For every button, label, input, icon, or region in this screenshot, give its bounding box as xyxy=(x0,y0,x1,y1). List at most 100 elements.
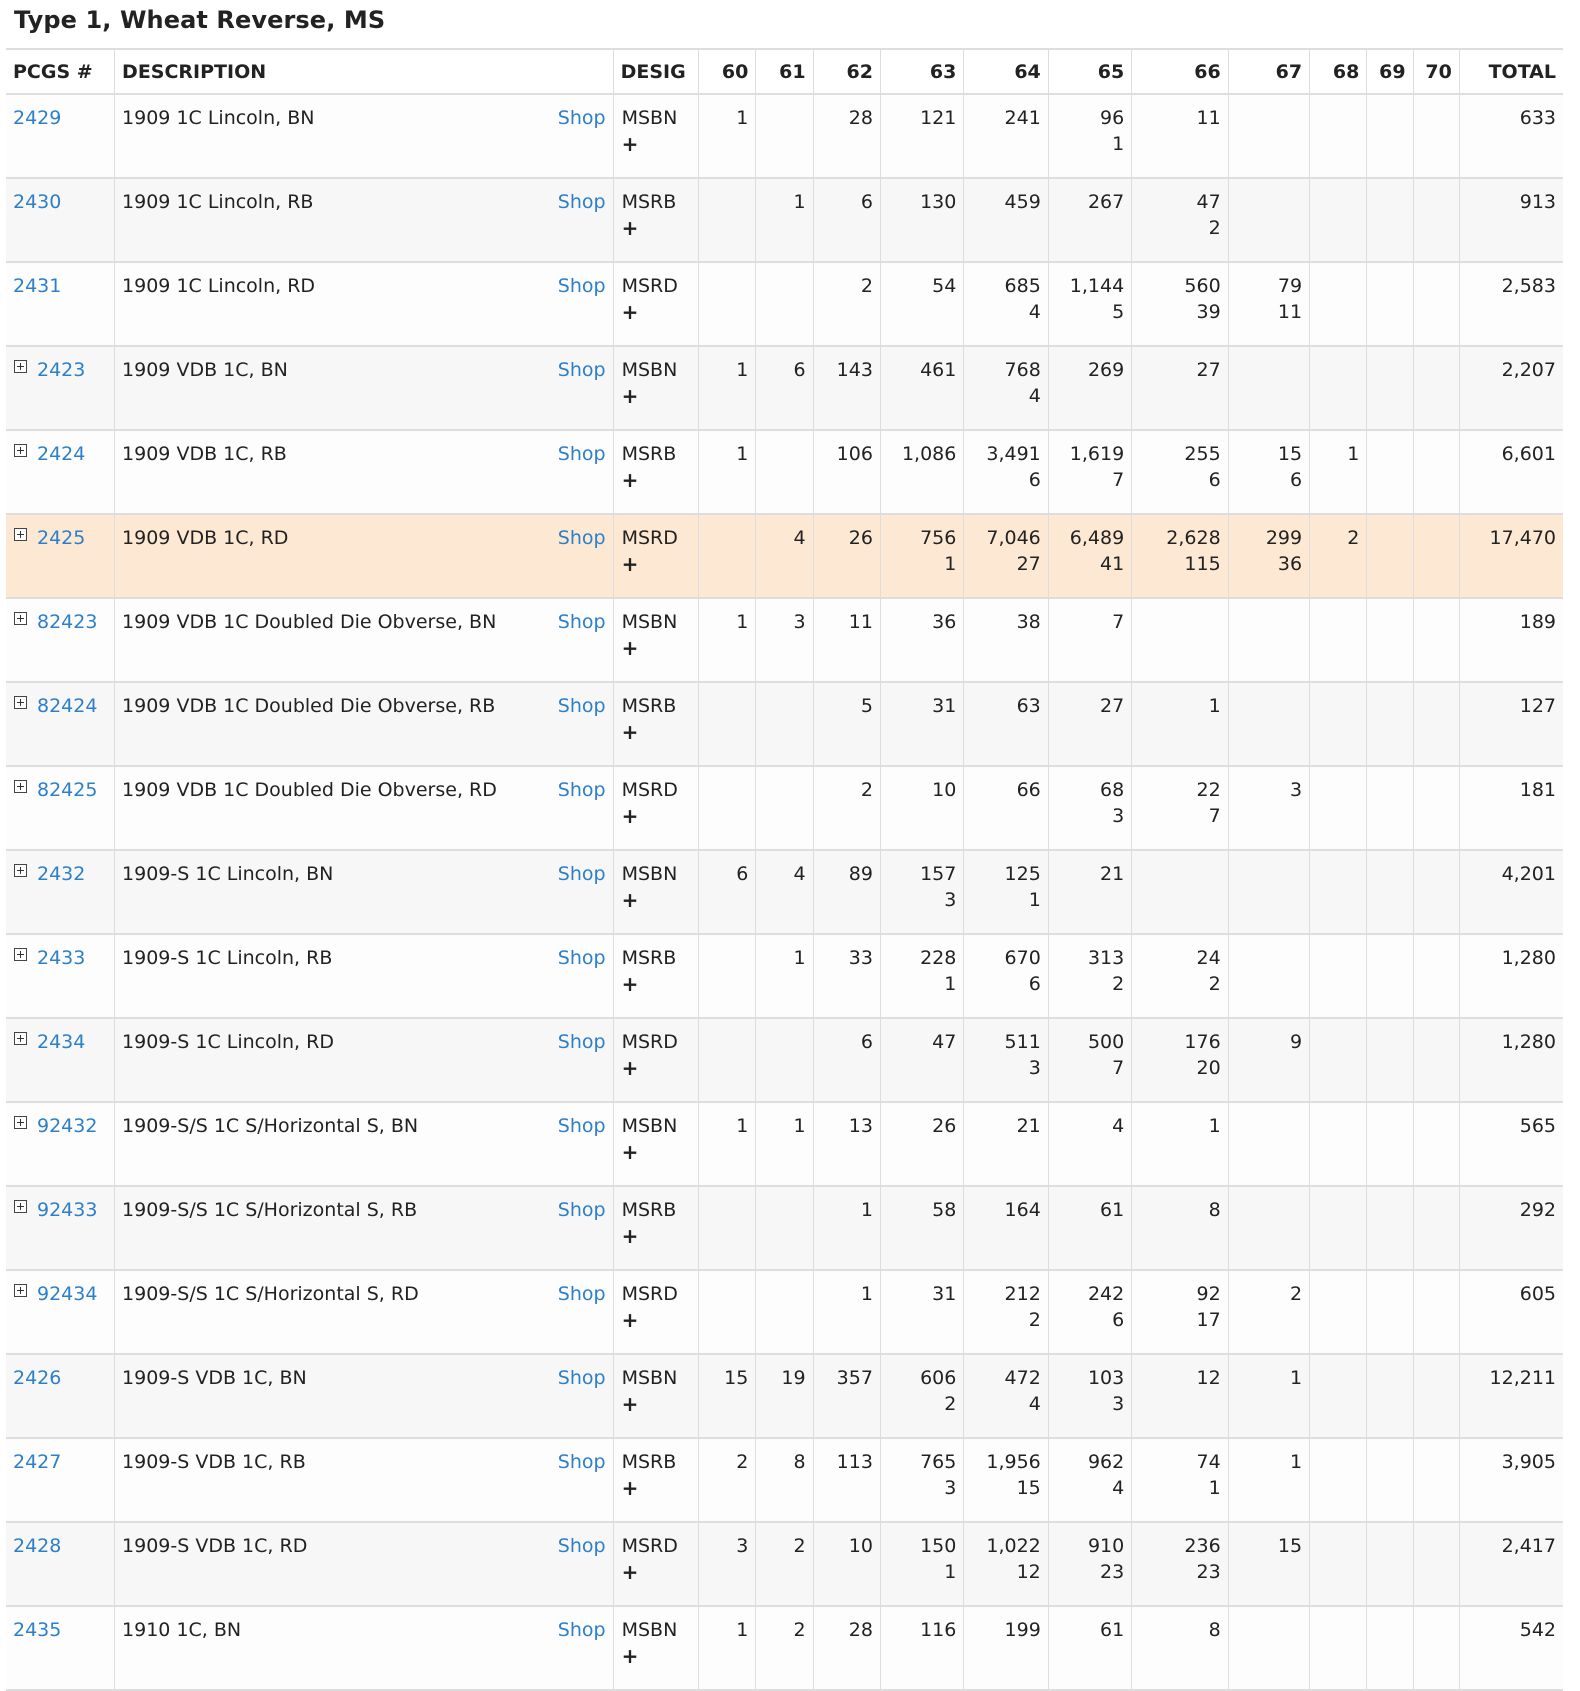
grade-cell-64[interactable]: 241 xyxy=(963,94,1049,179)
grade-cell-63[interactable]: 31 xyxy=(879,1270,964,1355)
pcgs-number-link[interactable]: 92433 xyxy=(37,1199,97,1221)
grade-cell-61[interactable]: 2 xyxy=(755,1606,814,1691)
grade-cell-67[interactable] xyxy=(1227,1102,1310,1187)
grade-cell-69[interactable] xyxy=(1366,430,1414,515)
grade-cell-69[interactable] xyxy=(1366,1018,1414,1103)
plus-grades-toggle[interactable]: + xyxy=(622,635,691,661)
grade-cell-62[interactable]: 1 xyxy=(812,1186,881,1271)
grade-cell-69[interactable] xyxy=(1366,1186,1414,1271)
table-row[interactable]: 82424 1909 VDB 1C Doubled Die Obverse, RB… xyxy=(6,682,1563,767)
grade-cell-60[interactable]: 1 xyxy=(698,430,756,515)
grade-cell-62[interactable]: 1 xyxy=(812,1270,881,1355)
grade-cell-60[interactable] xyxy=(698,262,756,347)
grade-cell-62[interactable]: 28 xyxy=(812,94,881,179)
grade-cell-62[interactable]: 28 xyxy=(812,1606,881,1691)
grade-cell-60[interactable]: 15 xyxy=(698,1354,756,1439)
col-header-total[interactable]: TOTAL xyxy=(1458,48,1563,95)
grade-cell-68[interactable] xyxy=(1309,1186,1367,1271)
grade-cell-66[interactable]: 74 1 xyxy=(1131,1438,1229,1523)
table-row[interactable]: 2427 1909-S VDB 1C, RB Shop MSRB +2 8 113 765 3 1… xyxy=(6,1438,1563,1523)
grade-cell-69[interactable] xyxy=(1366,1102,1414,1187)
grade-cell-70[interactable] xyxy=(1412,430,1460,515)
grade-cell-64[interactable]: 1,956 15 xyxy=(963,1438,1049,1523)
grade-cell-69[interactable] xyxy=(1366,598,1414,683)
col-header-desig[interactable]: DESIG xyxy=(612,48,699,95)
grade-cell-63[interactable]: 47 xyxy=(879,1018,964,1103)
grade-cell-60[interactable] xyxy=(698,1186,756,1271)
grade-cell-69[interactable] xyxy=(1366,178,1414,263)
grade-cell-66[interactable]: 1 xyxy=(1131,1102,1229,1187)
grade-cell-65[interactable]: 269 xyxy=(1047,346,1132,431)
pcgs-number-link[interactable]: 2425 xyxy=(37,527,85,549)
pcgs-number-link[interactable]: 2433 xyxy=(37,947,85,969)
grade-cell-67[interactable]: 15 xyxy=(1227,1522,1310,1607)
grade-cell-70[interactable] xyxy=(1412,1186,1460,1271)
grade-cell-66[interactable]: 236 23 xyxy=(1131,1522,1229,1607)
grade-cell-62[interactable]: 5 xyxy=(812,682,881,767)
col-header-65[interactable]: 65 xyxy=(1047,48,1132,95)
grade-cell-62[interactable]: 2 xyxy=(812,766,881,851)
plus-grades-toggle[interactable]: + xyxy=(622,131,691,157)
grade-cell-65[interactable]: 103 3 xyxy=(1047,1354,1132,1439)
grade-cell-63[interactable]: 10 xyxy=(879,766,964,851)
grade-cell-63[interactable]: 150 1 xyxy=(879,1522,964,1607)
grade-cell-65[interactable]: 500 7 xyxy=(1047,1018,1132,1103)
grade-cell-66[interactable]: 92 17 xyxy=(1131,1270,1229,1355)
pcgs-number-link[interactable]: 82424 xyxy=(37,695,97,717)
grade-cell-66[interactable]: 8 xyxy=(1131,1186,1229,1271)
grade-cell-65[interactable]: 7 xyxy=(1047,598,1132,683)
grade-cell-63[interactable]: 116 xyxy=(879,1606,964,1691)
grade-cell-70[interactable] xyxy=(1412,850,1460,935)
expand-icon[interactable] xyxy=(14,780,27,793)
plus-grades-toggle[interactable]: + xyxy=(622,719,691,745)
grade-cell-67[interactable]: 79 11 xyxy=(1227,262,1310,347)
pcgs-number-link[interactable]: 2428 xyxy=(13,1535,61,1557)
grade-cell-62[interactable]: 2 xyxy=(812,262,881,347)
grade-cell-64[interactable]: 511 3 xyxy=(963,1018,1049,1103)
grade-cell-69[interactable] xyxy=(1366,262,1414,347)
grade-cell-66[interactable]: 8 xyxy=(1131,1606,1229,1691)
grade-cell-68[interactable] xyxy=(1309,850,1367,935)
grade-cell-66[interactable]: 1 xyxy=(1131,682,1229,767)
grade-cell-62[interactable]: 357 xyxy=(812,1354,881,1439)
grade-cell-64[interactable]: 1,022 12 xyxy=(963,1522,1049,1607)
grade-cell-64[interactable]: 472 4 xyxy=(963,1354,1049,1439)
grade-cell-65[interactable]: 68 3 xyxy=(1047,766,1132,851)
shop-link[interactable]: Shop xyxy=(558,1029,606,1055)
grade-cell-68[interactable] xyxy=(1309,1606,1367,1691)
table-row[interactable]: 2434 1909-S 1C Lincoln, RD Shop MSRD +6 47 511… xyxy=(6,1018,1563,1103)
col-header-62[interactable]: 62 xyxy=(812,48,881,95)
plus-grades-toggle[interactable]: + xyxy=(622,215,691,241)
expand-icon[interactable] xyxy=(14,1284,27,1297)
grade-cell-61[interactable]: 1 xyxy=(755,178,814,263)
expand-icon[interactable] xyxy=(14,360,27,373)
grade-cell-69[interactable] xyxy=(1366,94,1414,179)
grade-cell-70[interactable] xyxy=(1412,1270,1460,1355)
grade-cell-63[interactable]: 756 1 xyxy=(879,514,964,599)
pcgs-number-link[interactable]: 2435 xyxy=(13,1619,61,1641)
grade-cell-61[interactable]: 3 xyxy=(755,598,814,683)
grade-cell-64[interactable]: 63 xyxy=(963,682,1049,767)
plus-grades-toggle[interactable]: + xyxy=(622,1643,691,1669)
grade-cell-63[interactable]: 765 3 xyxy=(879,1438,964,1523)
grade-cell-61[interactable]: 4 xyxy=(755,514,814,599)
grade-cell-61[interactable] xyxy=(755,262,814,347)
grade-cell-60[interactable]: 1 xyxy=(698,598,756,683)
grade-cell-65[interactable]: 313 2 xyxy=(1047,934,1132,1019)
shop-link[interactable]: Shop xyxy=(558,525,606,551)
grade-cell-65[interactable]: 1,144 5 xyxy=(1047,262,1132,347)
table-row[interactable]: 2426 1909-S VDB 1C, BN Shop MSBN +15 19 357 606… xyxy=(6,1354,1563,1439)
plus-grades-toggle[interactable]: + xyxy=(622,1391,691,1417)
grade-cell-63[interactable]: 461 xyxy=(879,346,964,431)
shop-link[interactable]: Shop xyxy=(558,777,606,803)
pcgs-number-link[interactable]: 2431 xyxy=(13,275,61,297)
grade-cell-60[interactable]: 1 xyxy=(698,1102,756,1187)
grade-cell-61[interactable] xyxy=(755,682,814,767)
plus-grades-toggle[interactable]: + xyxy=(622,1139,691,1165)
grade-cell-60[interactable] xyxy=(698,766,756,851)
shop-link[interactable]: Shop xyxy=(558,693,606,719)
grade-cell-63[interactable]: 130 xyxy=(879,178,964,263)
grade-cell-69[interactable] xyxy=(1366,1270,1414,1355)
grade-cell-62[interactable]: 6 xyxy=(812,1018,881,1103)
pcgs-number-link[interactable]: 2427 xyxy=(13,1451,61,1473)
